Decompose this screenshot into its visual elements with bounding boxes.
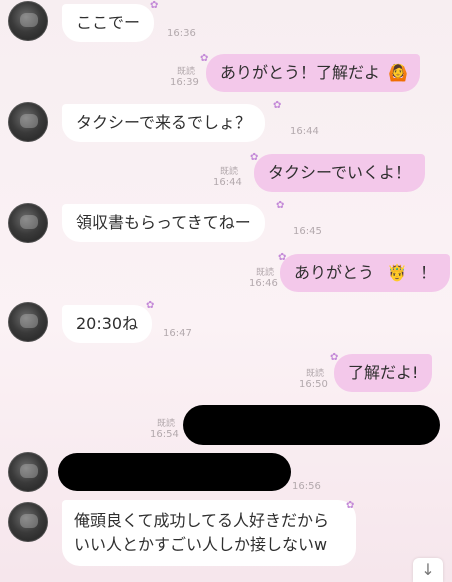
sent-message[interactable]: 了解だよ! (334, 354, 433, 392)
sent-message[interactable]: ありがとう 🤴 ！ (280, 254, 451, 292)
received-message[interactable]: タクシーで来るでしょ？ (62, 104, 266, 142)
received-message[interactable]: 領収書もらってきてねー (62, 204, 265, 242)
avatar[interactable] (8, 452, 48, 492)
arrow-down-icon: ↓ (421, 560, 435, 579)
timestamp: 16:45 (293, 226, 322, 237)
scroll-to-bottom-button[interactable]: ↓ (413, 558, 443, 582)
read-receipt: 既読 (177, 67, 196, 77)
sparkle-icon: ✿ (276, 200, 285, 211)
read-receipt: 既読 (256, 268, 275, 278)
message-text: ありがとう！了解だよ (220, 63, 381, 82)
received-message[interactable]: 20:30ね (62, 305, 153, 343)
read-receipt: 既読 (157, 419, 176, 429)
message-text-end: ！ (420, 263, 437, 282)
sent-message[interactable]: ありがとう！了解だよ 🙆 (206, 54, 421, 92)
received-message[interactable]: 俺頭良くて成功してる人好きだからいい人とかすごい人しか接しないw (62, 500, 356, 566)
crown-face-emoji: 🤴 (387, 263, 408, 282)
sparkle-icon: ✿ (146, 300, 155, 311)
redacted-message[interactable] (183, 405, 440, 445)
timestamp: 16:39 (170, 77, 199, 88)
sparkle-icon: ✿ (346, 500, 355, 511)
sparkle-icon: ✿ (200, 53, 209, 64)
avatar[interactable] (8, 203, 48, 243)
read-receipt: 既読 (220, 167, 239, 177)
timestamp: 16:56 (292, 481, 321, 492)
sparkle-icon: ✿ (273, 100, 282, 111)
timestamp: 16:36 (167, 28, 196, 39)
timestamp: 16:46 (249, 278, 278, 289)
message-text: ありがとう (294, 263, 375, 282)
avatar[interactable] (8, 502, 48, 542)
timestamp: 16:50 (299, 379, 328, 390)
timestamp: 16:44 (290, 126, 319, 137)
timestamp: 16:54 (150, 429, 179, 440)
sparkle-icon: ✿ (150, 0, 159, 11)
sent-message[interactable]: タクシーでいくよ！ (254, 154, 426, 192)
avatar[interactable] (8, 1, 48, 41)
read-receipt: 既読 (306, 369, 325, 379)
person-gesturing-ok-emoji: 🙆 (388, 63, 409, 82)
timestamp: 16:44 (213, 177, 242, 188)
avatar[interactable] (8, 102, 48, 142)
received-message[interactable]: ここでー (62, 4, 155, 42)
redacted-message[interactable] (58, 453, 291, 491)
timestamp: 16:47 (163, 328, 192, 339)
avatar[interactable] (8, 302, 48, 342)
